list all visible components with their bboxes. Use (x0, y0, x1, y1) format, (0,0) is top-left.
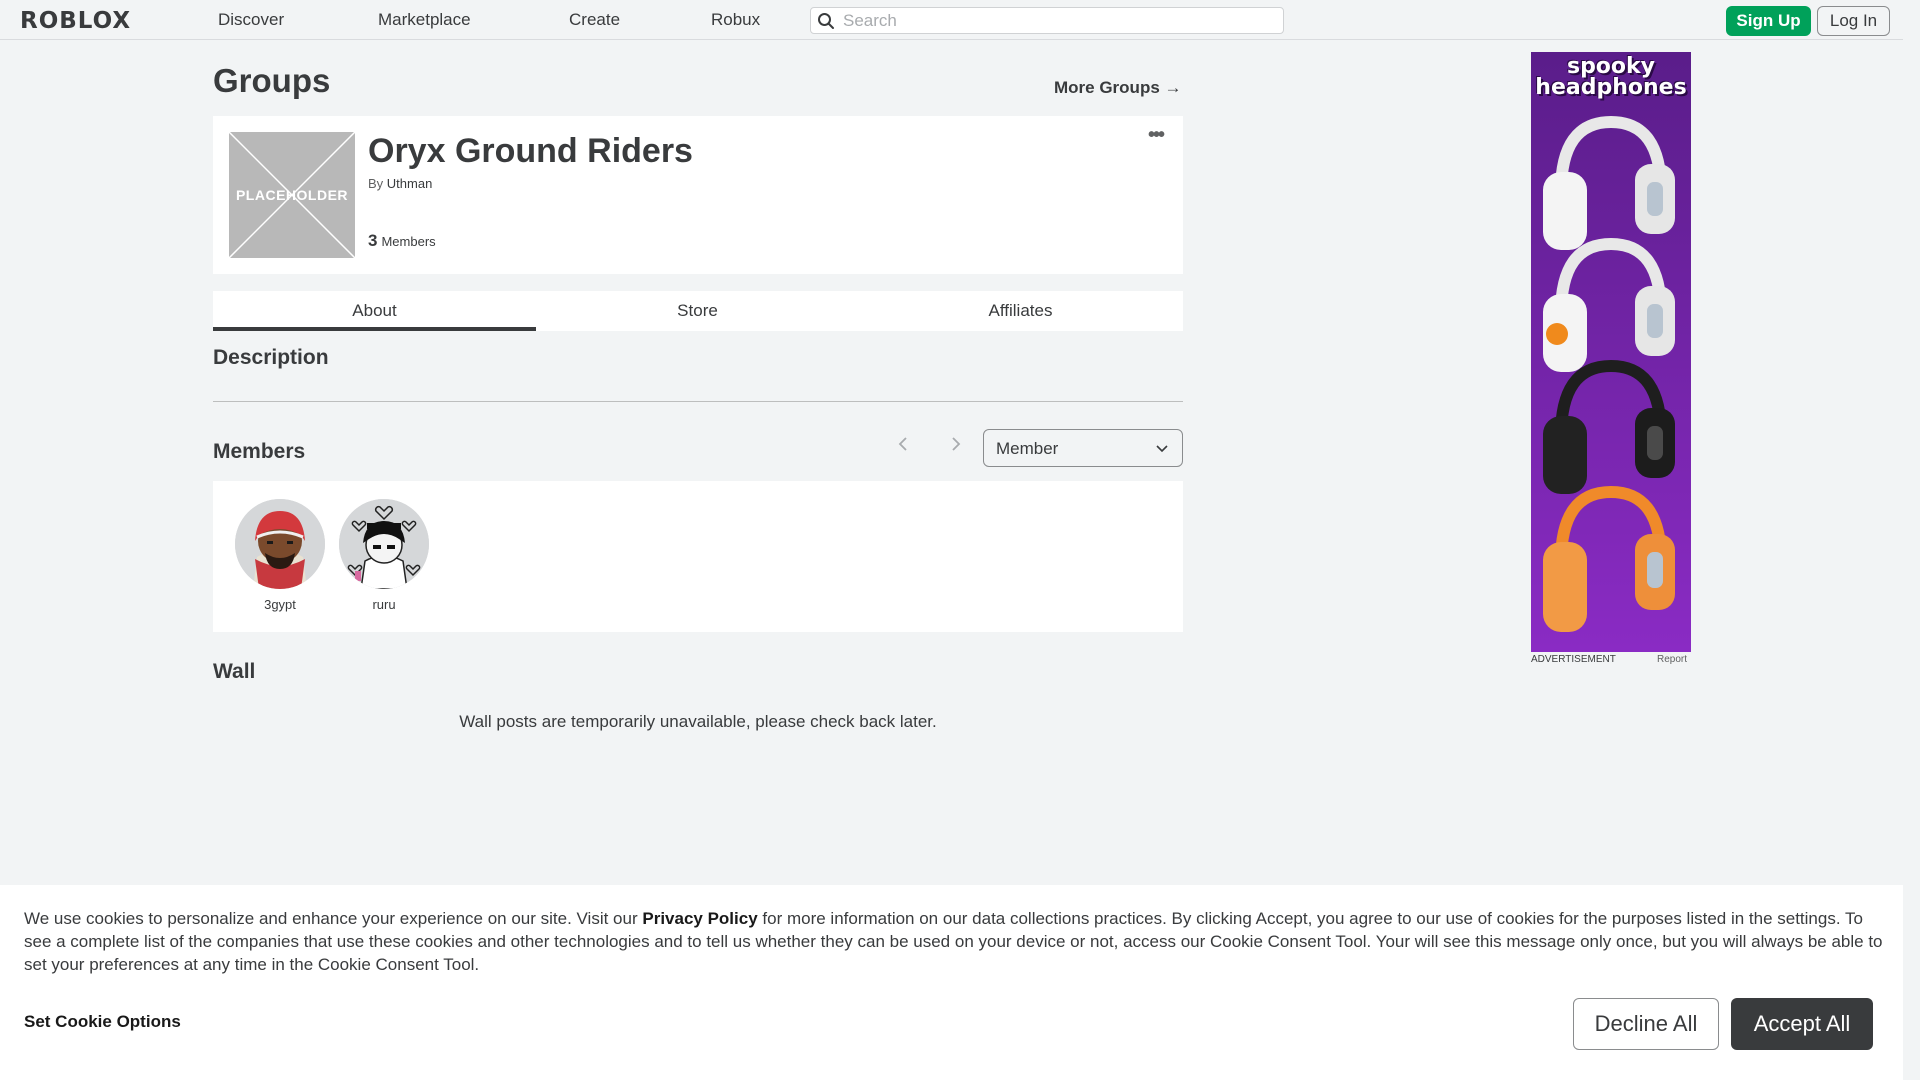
roblox-logo[interactable]: ROBLOX (20, 8, 131, 34)
cookie-text-before: We use cookies to personalize and enhanc… (24, 909, 643, 928)
member-avatar[interactable] (339, 499, 429, 589)
ad-headline-line1: spooky (1566, 54, 1656, 79)
chevron-down-icon (1156, 445, 1168, 453)
page-title: Groups (213, 62, 331, 99)
privacy-policy-link[interactable]: Privacy Policy (642, 909, 757, 928)
search-icon (818, 13, 834, 29)
members-list-card: 3gypt ruru (213, 481, 1183, 632)
member-item[interactable]: ruru (338, 499, 430, 612)
tab-store[interactable]: Store (536, 291, 859, 331)
member-name[interactable]: 3gypt (234, 597, 326, 612)
cookie-consent-banner: We use cookies to personalize and enhanc… (0, 885, 1903, 1080)
member-name[interactable]: ruru (338, 597, 430, 612)
nav-discover[interactable]: Discover (218, 10, 284, 30)
wall-unavailable-message: Wall posts are temporarily unavailable, … (459, 712, 937, 731)
tab-affiliates[interactable]: Affiliates (859, 291, 1182, 331)
decline-all-button[interactable]: Decline All (1573, 998, 1719, 1050)
more-groups-link[interactable]: More Groups → (1054, 78, 1182, 98)
ad-headline: spooky headphones (1531, 54, 1691, 100)
page-scrollbar[interactable] (1903, 0, 1920, 1080)
nav-robux[interactable]: Robux (711, 10, 760, 30)
member-count-label: Members (381, 234, 436, 249)
nav-create[interactable]: Create (569, 10, 620, 30)
member-count-value: 3 (368, 231, 378, 250)
wall-heading: Wall (213, 660, 256, 683)
role-select-value: Member (996, 439, 1059, 458)
set-cookie-options-link[interactable]: Set Cookie Options (24, 1012, 181, 1032)
group-owner-link[interactable]: Uthman (387, 176, 433, 191)
group-name: Oryx Ground Riders (368, 132, 693, 170)
placeholder-label: PLACEHOLDER (235, 187, 349, 203)
ad-report-link[interactable]: Report (1657, 654, 1687, 665)
group-header-card: PLACEHOLDER Oryx Ground Riders By Uthman… (213, 116, 1183, 274)
member-item[interactable]: 3gypt (234, 499, 326, 612)
group-emblem-placeholder: PLACEHOLDER (228, 131, 356, 259)
description-heading: Description (213, 346, 329, 369)
accept-all-button[interactable]: Accept All (1731, 998, 1873, 1050)
headphones-ad-image (1531, 52, 1691, 652)
description-divider (213, 401, 1183, 402)
member-avatar[interactable] (235, 499, 325, 589)
advertisement-banner[interactable]: spooky headphones (1531, 52, 1691, 652)
top-navigation-bar: ROBLOX Discover Marketplace Create Robux… (0, 0, 1920, 40)
search-box (810, 7, 1284, 34)
cookie-consent-text: We use cookies to personalize and enhanc… (24, 907, 1884, 976)
member-role-select[interactable]: Member (983, 429, 1183, 467)
members-prev-page-icon[interactable] (898, 436, 908, 457)
more-options-icon[interactable]: ••• (1148, 125, 1165, 145)
group-owner-line: By Uthman (368, 176, 432, 191)
signup-button[interactable]: Sign Up (1726, 6, 1811, 36)
tab-about[interactable]: About (213, 291, 536, 331)
login-button[interactable]: Log In (1817, 6, 1890, 36)
ad-headline-line2: headphones (1535, 75, 1687, 100)
search-input[interactable] (843, 11, 1273, 31)
members-heading: Members (213, 440, 306, 463)
group-member-count: 3 Members (368, 231, 436, 251)
by-label: By (368, 176, 384, 191)
group-tabs: About Store Affiliates (213, 291, 1183, 331)
advertisement-label: ADVERTISEMENT (1531, 654, 1616, 665)
members-next-page-icon[interactable] (951, 436, 961, 457)
nav-marketplace[interactable]: Marketplace (378, 10, 471, 30)
